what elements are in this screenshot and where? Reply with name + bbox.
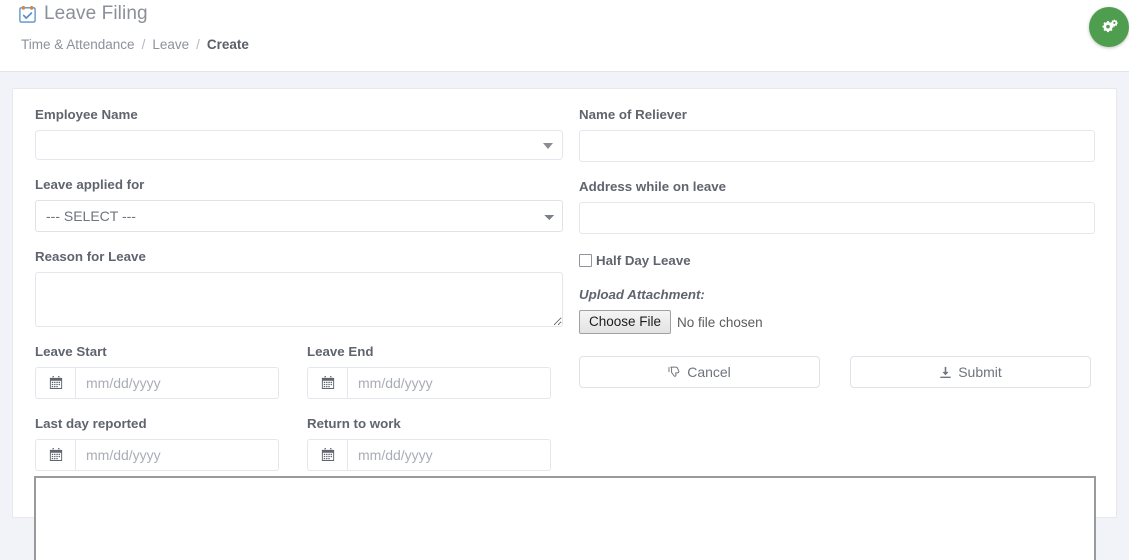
leave-dates-row: Leave Start Leave End (35, 344, 563, 399)
calendar-icon[interactable] (307, 439, 347, 471)
breadcrumb-item-create: Create (206, 37, 249, 52)
name-of-reliever-label: Name of Reliever (579, 107, 687, 122)
employee-name-group: Employee Name (35, 107, 563, 160)
leave-start-input[interactable] (75, 367, 279, 399)
return-to-work-input-group (307, 439, 551, 471)
address-while-on-leave-label: Address while on leave (579, 179, 727, 194)
breadcrumb: Time & Attendance / Leave / Create (21, 37, 249, 52)
submit-button[interactable]: Submit (850, 356, 1091, 388)
upload-attachment-file-input: Choose File No file chosen (579, 310, 1095, 334)
address-while-on-leave-input[interactable] (579, 202, 1095, 234)
leave-applied-for-select[interactable]: --- SELECT --- (35, 200, 563, 232)
reason-for-leave-group: Reason for Leave (35, 249, 563, 327)
report-dates-row: Last day reported Return to wo (35, 416, 563, 471)
half-day-leave-group: Half Day Leave (579, 253, 1095, 268)
return-to-work-label: Return to work (307, 416, 401, 431)
leave-applied-for-group: Leave applied for --- SELECT --- (35, 177, 563, 232)
return-to-work-input[interactable] (347, 439, 551, 471)
employee-name-label: Employee Name (35, 107, 138, 122)
form-actions: Cancel Submit (579, 356, 1095, 388)
half-day-leave-label[interactable]: Half Day Leave (596, 253, 691, 268)
breadcrumb-separator: / (141, 37, 146, 52)
leave-start-label: Leave Start (35, 344, 107, 359)
form-left-column: Employee Name Leave applied for --- SELE… (35, 107, 563, 471)
page-header: Leave Filing Time & Attendance / Leave /… (0, 0, 1129, 72)
thumbs-down-icon (668, 366, 681, 379)
breadcrumb-separator: / (196, 37, 200, 52)
settings-fab-button[interactable] (1089, 7, 1129, 47)
half-day-leave-checkbox[interactable] (579, 254, 592, 267)
leave-end-input-group (307, 367, 551, 399)
form-right-column: Name of Reliever Address while on leave … (579, 107, 1095, 388)
name-of-reliever-input[interactable] (579, 130, 1095, 162)
leave-start-input-group (35, 367, 279, 399)
leave-end-label: Leave End (307, 344, 374, 359)
breadcrumb-item-leave[interactable]: Leave (152, 37, 189, 52)
bottom-content-panel (34, 476, 1096, 560)
last-day-reported-input[interactable] (75, 439, 279, 471)
calendar-icon[interactable] (35, 439, 75, 471)
cancel-button-label: Cancel (687, 364, 731, 380)
leave-start-group: Leave Start (35, 344, 279, 399)
address-while-on-leave-group: Address while on leave (579, 179, 1095, 234)
return-to-work-group: Return to work (307, 416, 551, 471)
leave-end-input[interactable] (347, 367, 551, 399)
choose-file-button[interactable]: Choose File (579, 310, 672, 334)
reason-for-leave-label: Reason for Leave (35, 249, 146, 264)
upload-attachment-label: Upload Attachment: (579, 287, 705, 302)
name-of-reliever-group: Name of Reliever (579, 107, 1095, 162)
last-day-reported-label: Last day reported (35, 416, 147, 431)
page-title-row: Leave Filing (18, 3, 148, 25)
last-day-reported-input-group (35, 439, 279, 471)
cancel-button[interactable]: Cancel (579, 356, 820, 388)
calendar-check-icon (18, 5, 37, 24)
calendar-icon[interactable] (35, 367, 75, 399)
page-title: Leave Filing (44, 3, 148, 24)
leave-applied-for-label: Leave applied for (35, 177, 145, 192)
calendar-icon[interactable] (307, 367, 347, 399)
breadcrumb-item-time-and-attendance[interactable]: Time & Attendance (21, 37, 135, 52)
leave-filing-page: Leave Filing Time & Attendance / Leave /… (0, 0, 1129, 560)
leave-filing-form-card: Employee Name Leave applied for --- SELE… (12, 88, 1117, 518)
submit-button-label: Submit (958, 364, 1002, 380)
last-day-reported-group: Last day reported (35, 416, 279, 471)
cogs-icon (1099, 17, 1119, 37)
reason-for-leave-textarea[interactable] (35, 272, 563, 327)
caret-down-icon (543, 143, 553, 149)
download-icon (939, 366, 952, 379)
file-chosen-status: No file chosen (677, 314, 763, 330)
employee-name-select[interactable] (35, 130, 563, 160)
leave-end-group: Leave End (307, 344, 551, 399)
